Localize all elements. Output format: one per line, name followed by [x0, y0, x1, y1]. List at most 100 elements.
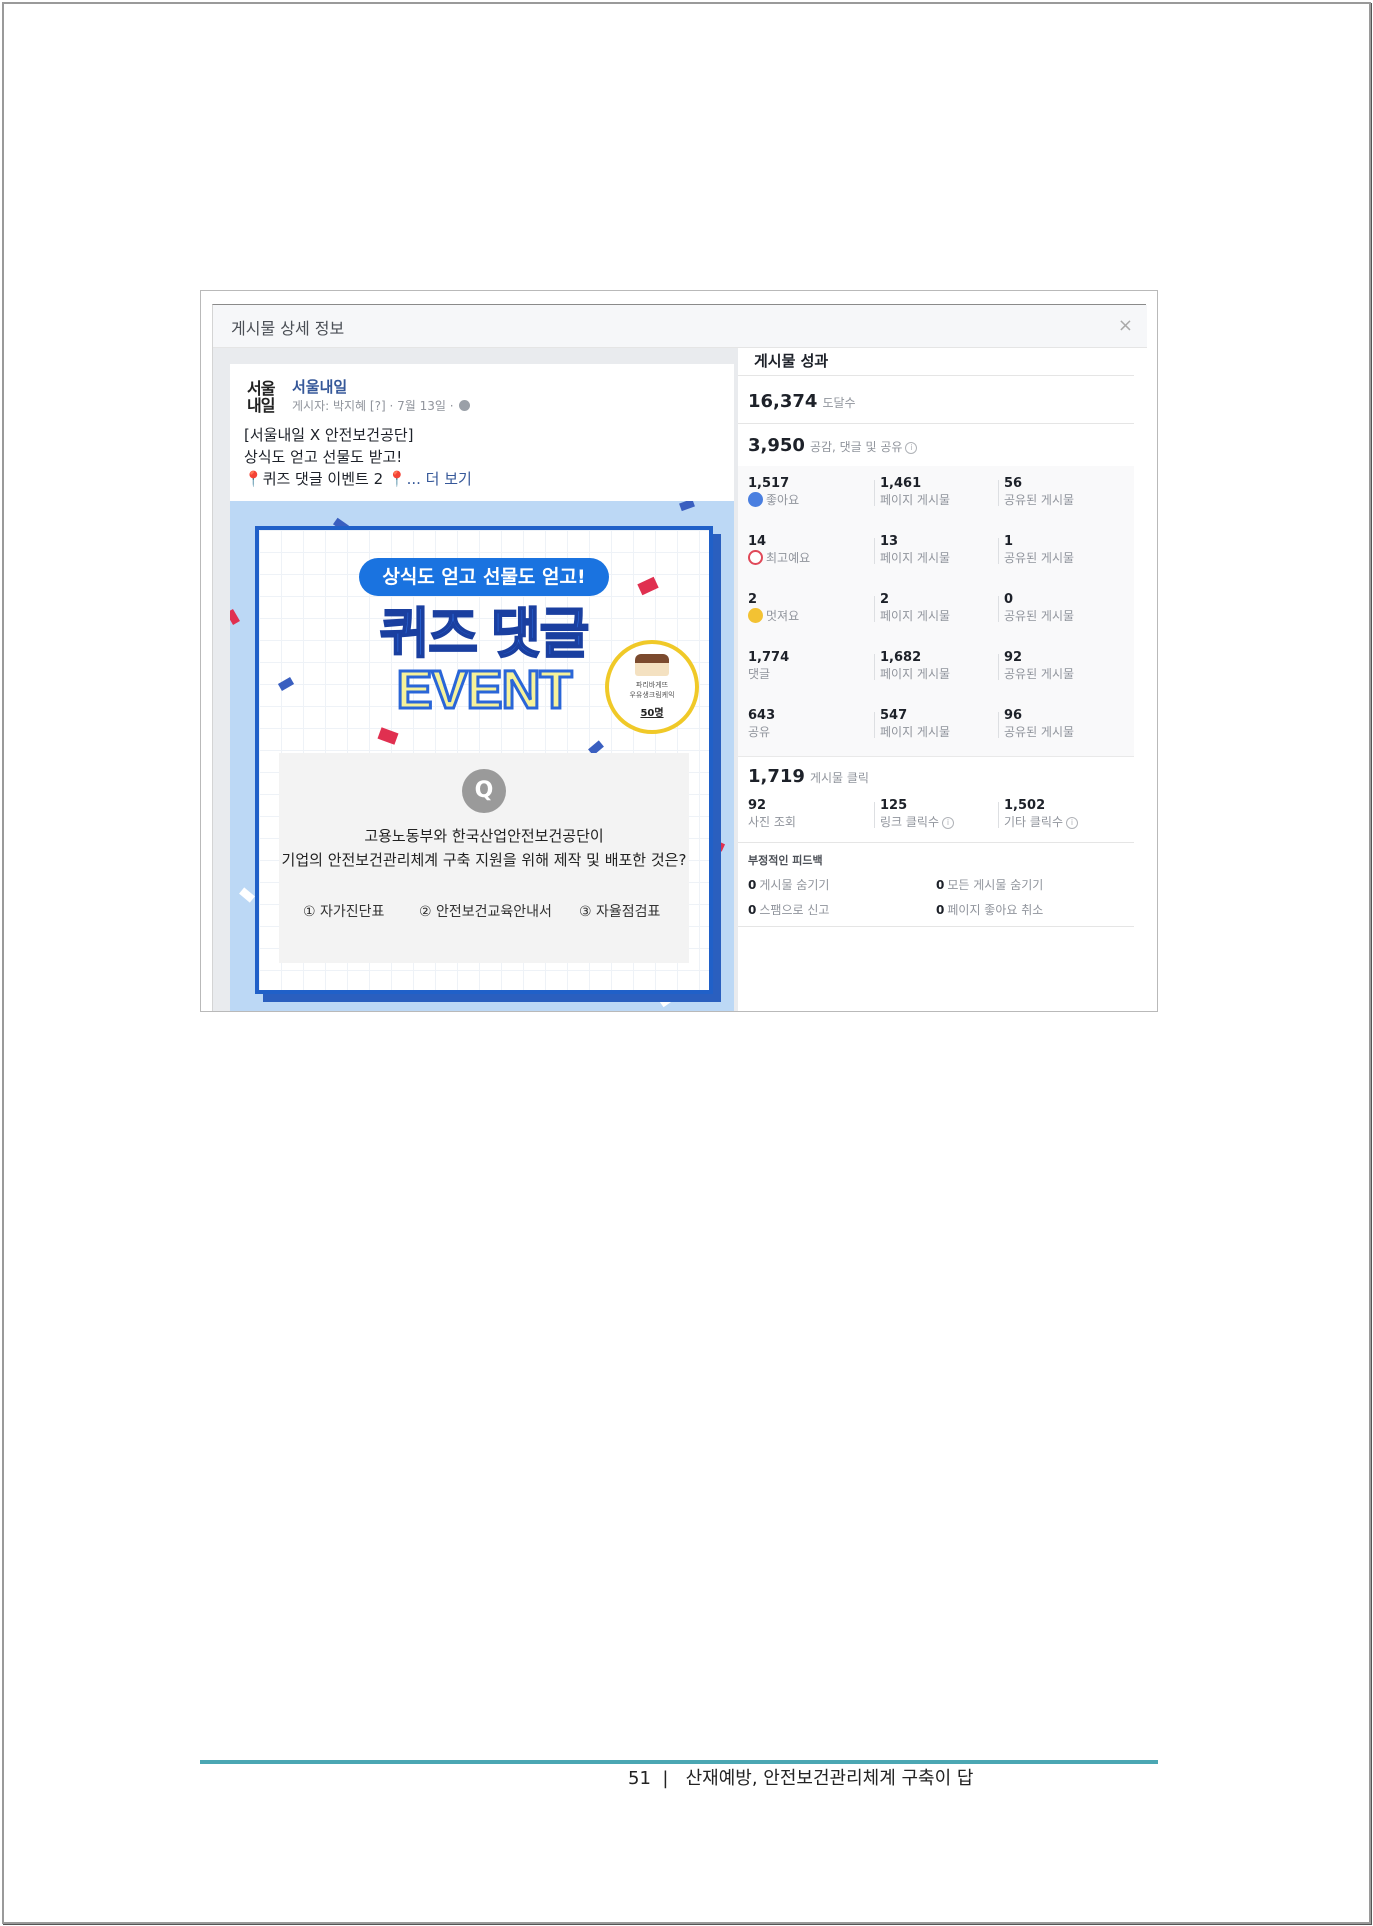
likes-shared-label: 공유된 게시물 [1004, 493, 1075, 507]
wow-shared-value: 0 [1004, 592, 1014, 607]
post-text: [서울내일 X 안전보건공단] 상식도 얻고 선물도 받고! 📍퀴즈 댓글 이벤… [244, 424, 472, 490]
photo-views: 92 사진 조회 [748, 798, 796, 830]
report-spam: 0 스팸으로 신고 [748, 901, 829, 918]
likes-page-label: 페이지 게시물 [880, 493, 951, 507]
divider [738, 842, 1134, 843]
wow-icon [748, 608, 763, 623]
link-clicks-value: 125 [880, 798, 908, 813]
wow-total-value: 2 [748, 592, 758, 607]
comments-row: 1,774 댓글 1,682 페이지 게시물 92 공유된 게시물 [738, 640, 1134, 699]
answer-option-1: ① 자가진단표 [303, 904, 385, 920]
love-total: 14 최고예요 [748, 534, 810, 566]
divider [874, 538, 875, 564]
divider [998, 802, 999, 828]
love-shared-label: 공유된 게시물 [1004, 551, 1075, 565]
post-text-line-2: 상식도 얻고 선물도 받고! [244, 448, 403, 466]
photo-views-label: 사진 조회 [748, 815, 796, 829]
divider [998, 596, 999, 622]
prize-name: 우유생크림케익 [629, 691, 675, 699]
wow-page-label: 페이지 게시물 [880, 609, 951, 623]
clicks-row: 1,719 게시물 클릭 [748, 766, 869, 787]
divider [998, 480, 999, 506]
love-shared: 1 공유된 게시물 [1004, 534, 1074, 566]
performance-title: 게시물 성과 [754, 352, 829, 370]
wow-row: 2 멋져요 2 페이지 게시물 0 공유된 게시물 [738, 582, 1134, 641]
hide-post: 0 게시물 숨기기 [748, 876, 829, 893]
shares-row: 643 공유 547 페이지 게시물 96 공유된 게시물 [738, 698, 1134, 757]
info-icon[interactable]: i [942, 817, 955, 829]
likes-shared-value: 56 [1004, 476, 1023, 491]
screenshot-frame: 게시물 상세 정보 × 서울 내일 서울내일 게시자: 박지혜 [?] · 7월… [200, 290, 1158, 1012]
comments-shared: 92 공유된 게시물 [1004, 650, 1074, 682]
confetti-shape [377, 727, 399, 745]
post-details-dialog: 게시물 상세 정보 × 서울 내일 서울내일 게시자: 박지혜 [?] · 7월… [212, 304, 1147, 1011]
answer-option-3: ③ 자율점검표 [579, 904, 661, 920]
love-icon [748, 550, 763, 565]
engagement-row: 3,950 공감, 댓글 및 공유 i [748, 435, 918, 456]
hide-all-posts: 0 모든 게시물 숨기기 [936, 876, 1043, 893]
dialog-header: 게시물 상세 정보 × [213, 305, 1147, 348]
info-icon[interactable]: i [905, 442, 918, 454]
comments-total: 1,774 댓글 [748, 650, 789, 682]
close-icon[interactable]: × [1118, 315, 1133, 336]
page-logo[interactable]: 서울 내일 [247, 380, 281, 420]
shares-page: 547 페이지 게시물 [880, 708, 950, 740]
shares-shared-label: 공유된 게시물 [1004, 725, 1075, 739]
question-box: Q 고용노동부와 한국산업안전보건공단이 기업의 안전보건관리체계 구축 지원을… [279, 753, 689, 963]
likes-row: 1,517 좋아요 1,461 페이지 게시물 56 공유된 게시물 [738, 466, 1134, 525]
likes-page-value: 1,461 [880, 476, 922, 491]
wow-shared-label: 공유된 게시물 [1004, 609, 1075, 623]
love-shared-value: 1 [1004, 534, 1014, 549]
pushpin-icon: 📍 [387, 470, 407, 488]
love-page: 13 페이지 게시물 [880, 534, 950, 566]
other-clicks-label-text: 기타 클릭수 [1004, 815, 1064, 829]
spam-label: 스팸으로 신고 [759, 903, 830, 917]
hide-all-value: 0 [936, 878, 945, 892]
event-tagline: 상식도 얻고 선물도 얻고! [359, 558, 609, 596]
engagement-label: 공감, 댓글 및 공유 [809, 440, 903, 454]
shares-shared-value: 96 [1004, 708, 1023, 723]
divider [874, 654, 875, 680]
love-total-label: 최고예요 [748, 550, 810, 566]
wow-shared: 0 공유된 게시물 [1004, 592, 1074, 624]
other-clicks-value: 1,502 [1004, 798, 1046, 813]
likes-shared: 56 공유된 게시물 [1004, 476, 1074, 508]
link-clicks-label: 링크 클릭수 i [880, 814, 955, 830]
comments-page: 1,682 페이지 게시물 [880, 650, 950, 682]
shares-page-value: 547 [880, 708, 908, 723]
page-footer: 51 | 산재예방, 안전보건관리체계 구축이 답 [628, 1764, 973, 1790]
clicks-label: 게시물 클릭 [809, 771, 869, 785]
prize-bubble: 파리바게뜨 우유생크림케익 50명 [605, 640, 699, 734]
post-meta: 게시자: 박지혜 [?] · 7월 13일 · [292, 397, 471, 414]
shares-total: 643 공유 [748, 708, 775, 740]
love-row: 14 최고예요 13 페이지 게시물 1 공유된 게시물 [738, 524, 1134, 583]
prize-brand: 파리바게뜨 [635, 681, 669, 689]
divider [998, 712, 999, 738]
post-text-line-3-text: 퀴즈 댓글 이벤트 2 [262, 470, 384, 488]
question-mark-icon: Q [462, 769, 506, 813]
page-number: 51 [628, 1768, 651, 1789]
love-page-label: 페이지 게시물 [880, 551, 951, 565]
wow-total: 2 멋져요 [748, 592, 799, 624]
page-unlike: 0 페이지 좋아요 취소 [936, 901, 1043, 918]
divider [738, 375, 1134, 376]
comments-total-value: 1,774 [748, 650, 790, 665]
post-image[interactable]: 상식도 얻고 선물도 얻고! 퀴즈 댓글 EVENT 파리바게뜨 우유생크림케익… [230, 501, 734, 1011]
divider [738, 423, 1134, 424]
confetti-shape [637, 576, 659, 596]
divider [874, 596, 875, 622]
confetti-shape [230, 608, 240, 626]
pushpin-icon: 📍 [244, 470, 263, 488]
info-icon[interactable]: i [1066, 817, 1079, 829]
shares-page-label: 페이지 게시물 [880, 725, 951, 739]
comments-total-label: 댓글 [748, 667, 771, 681]
see-more-link[interactable]: ... 더 보기 [407, 470, 472, 488]
post-performance-panel: 게시물 성과 16,374 도달수 3,950 공감, 댓글 및 공유 i 1,517… [738, 348, 1134, 1011]
reach-value: 16,374 [748, 391, 818, 412]
hide-post-label: 게시물 숨기기 [759, 878, 830, 892]
like-icon [748, 492, 763, 507]
engagement-value: 3,950 [748, 435, 805, 456]
divider [998, 538, 999, 564]
document-title: 산재예방, 안전보건관리체계 구축이 답 [685, 1768, 974, 1789]
page-name-link[interactable]: 서울내일 [292, 376, 347, 397]
